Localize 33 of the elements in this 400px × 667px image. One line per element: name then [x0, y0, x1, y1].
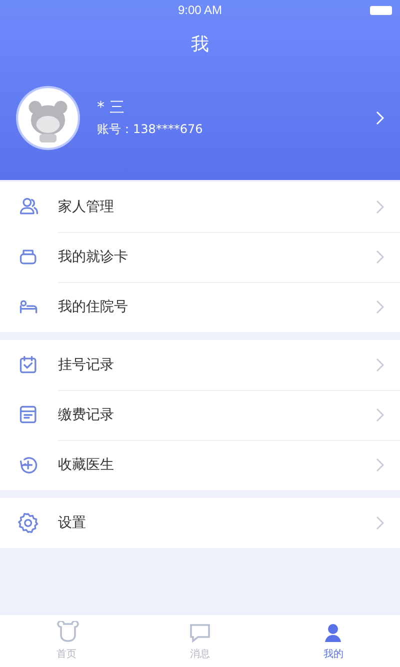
plus-circle-icon	[18, 454, 40, 476]
chevron-right-icon	[376, 408, 384, 422]
user-name: * 三	[97, 98, 124, 117]
menu-label: 缴费记录	[58, 406, 114, 424]
chevron-right-icon	[376, 200, 384, 214]
page-title: 我	[191, 33, 209, 57]
chat-bubble-icon	[188, 621, 212, 645]
chevron-right-icon	[376, 300, 384, 314]
menu-label: 挂号记录	[58, 356, 114, 374]
menu-label: 收藏医生	[58, 456, 114, 474]
menu-item[interactable]: 缴费记录	[0, 390, 400, 440]
bear-head-icon	[54, 621, 79, 645]
chevron-right-icon	[376, 516, 384, 530]
menu-item[interactable]: 收藏医生	[0, 440, 400, 490]
menu-label: 我的就诊卡	[58, 248, 128, 266]
menu-label: 家人管理	[58, 198, 114, 216]
chevron-right-icon	[376, 250, 384, 264]
menu-item[interactable]: 我的住院号	[0, 282, 400, 332]
menu-item[interactable]: 设置	[0, 498, 400, 548]
menu-label: 设置	[58, 514, 86, 532]
menu-item[interactable]: 我的就诊卡	[0, 232, 400, 282]
settings-icon	[18, 512, 40, 534]
chevron-right-icon	[376, 358, 384, 372]
menu-item[interactable]: 挂号记录	[0, 340, 400, 390]
battery-icon	[370, 6, 392, 15]
menu-label: 我的住院号	[58, 298, 128, 316]
menu-item[interactable]: 家人管理	[0, 182, 400, 232]
account-number: 账号：138****676	[97, 121, 203, 138]
avatar-icon	[16, 86, 80, 150]
chevron-right-icon	[376, 458, 384, 472]
tab[interactable]: 我的	[266, 615, 400, 667]
chevron-right-icon	[376, 111, 384, 125]
status-time: 9:00 AM	[178, 3, 222, 17]
